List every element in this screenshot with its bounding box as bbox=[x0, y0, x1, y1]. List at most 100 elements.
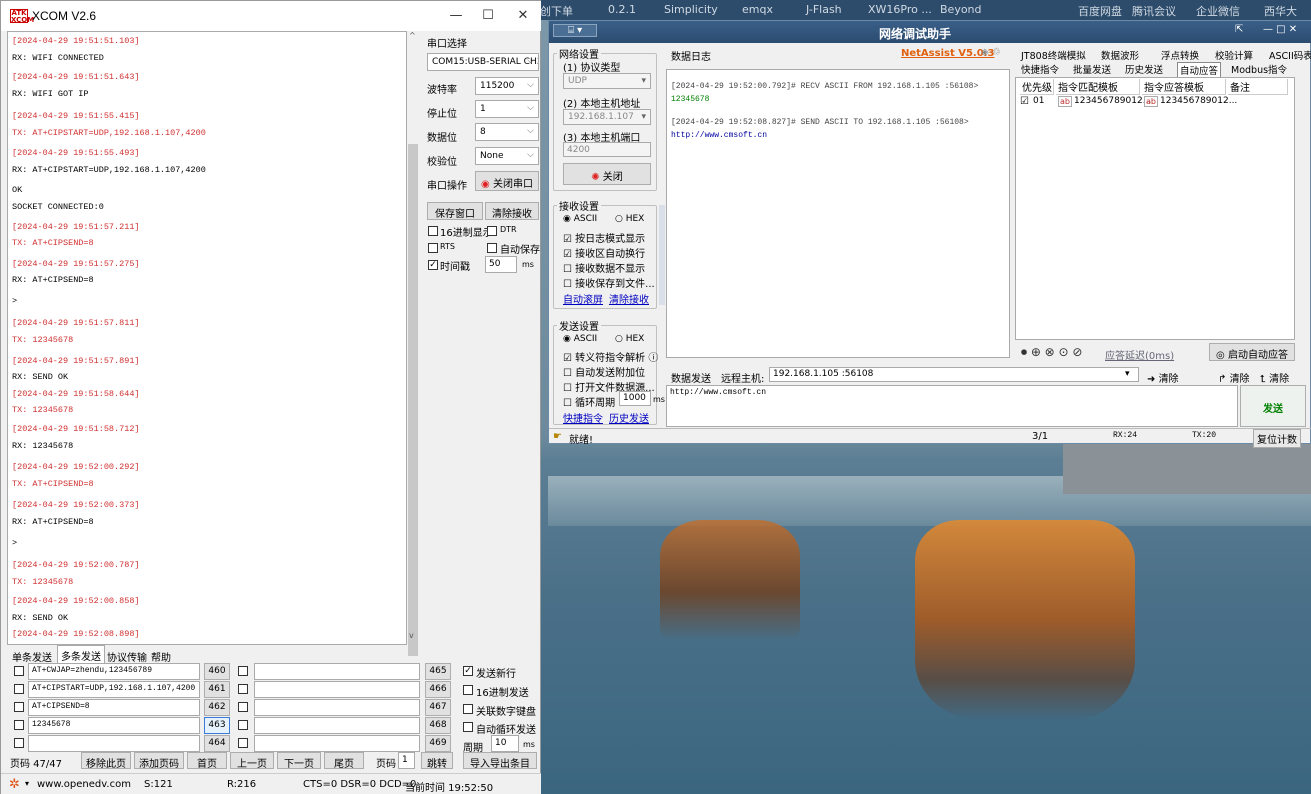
scroll-thumb[interactable] bbox=[408, 144, 418, 656]
chevron-down-icon[interactable]: ▾ bbox=[25, 779, 29, 788]
protocol-select[interactable]: UDP ▾ bbox=[563, 73, 651, 89]
info-icon[interactable]: ⓘ bbox=[648, 353, 658, 364]
tool-tab[interactable]: 校验计算 bbox=[1215, 48, 1253, 62]
reset-counter-button[interactable]: 复位计数 bbox=[1253, 429, 1301, 448]
multi-send-checkbox[interactable] bbox=[14, 720, 24, 730]
chevron-down-icon[interactable]: ▾ bbox=[1125, 369, 1130, 379]
multi-send-checkbox[interactable] bbox=[238, 720, 248, 730]
tool-tab[interactable]: 批量发送 bbox=[1073, 62, 1111, 76]
pin-icon[interactable]: ⇱ bbox=[1235, 24, 1243, 35]
tool-tab[interactable]: Modbus指令 bbox=[1231, 62, 1287, 76]
send-button[interactable]: 发送 bbox=[1240, 385, 1306, 427]
multi-send-button[interactable]: 464 bbox=[204, 735, 230, 752]
taskbar-item[interactable]: J-Flash bbox=[806, 3, 842, 16]
timestamp-checkbox[interactable]: ✓ bbox=[428, 260, 438, 270]
tool-tab[interactable]: 数据波形 bbox=[1101, 48, 1139, 62]
multi-send-checkbox[interactable] bbox=[238, 684, 248, 694]
table-header[interactable]: 备注 bbox=[1228, 79, 1288, 95]
clear-rx-link[interactable]: 清除接收 bbox=[609, 291, 649, 306]
multi-send-button[interactable]: 463 bbox=[204, 717, 230, 734]
remote-host-input[interactable]: 192.168.1.105 :56108 bbox=[769, 367, 1139, 382]
multi-send-input[interactable]: AT+CIPSEND=8 bbox=[28, 699, 200, 716]
hex-send-checkbox[interactable] bbox=[463, 685, 473, 695]
prev-page-button[interactable]: 上一页 bbox=[230, 752, 274, 769]
escape-option[interactable]: ☑ 转义符指令解析 ⓘ bbox=[563, 349, 658, 364]
multi-send-input[interactable] bbox=[254, 735, 420, 752]
baud-select[interactable]: 115200 ⌵ bbox=[475, 77, 539, 95]
table-action-icons[interactable]: ⏺ ⊕ ⊗ ⊙ ⊘ bbox=[1021, 345, 1082, 360]
tool-tab[interactable]: 浮点转换 bbox=[1161, 48, 1199, 62]
hex-display-checkbox[interactable] bbox=[428, 226, 438, 236]
multi-send-button[interactable]: 461 bbox=[204, 681, 230, 698]
website-link[interactable]: www.openedv.com bbox=[37, 779, 131, 790]
rx-hex-radio[interactable]: ○ HEX bbox=[615, 214, 644, 224]
loop-option[interactable]: ☐ 循环周期 bbox=[563, 394, 615, 409]
tool-tab[interactable]: ASCII码表 bbox=[1269, 48, 1311, 62]
multi-send-input[interactable]: 12345678 bbox=[28, 717, 200, 734]
data-log-area[interactable]: [2024-04-29 19:52:00.792]# RECV ASCII FR… bbox=[666, 69, 1010, 358]
multi-send-button[interactable]: 466 bbox=[425, 681, 451, 698]
auto-loop-checkbox[interactable] bbox=[463, 722, 473, 732]
auto-save-checkbox[interactable] bbox=[487, 243, 497, 253]
databits-select[interactable]: 8 ⌵ bbox=[475, 123, 539, 141]
scroll-down-icon[interactable]: v bbox=[409, 631, 414, 640]
receive-area[interactable]: [2024-04-29 19:51:51.103] RX: WIFI CONNEC… bbox=[7, 31, 407, 645]
dtr-checkbox[interactable] bbox=[487, 226, 497, 236]
loop-input[interactable]: 1000 bbox=[619, 391, 651, 406]
row-reply[interactable]: 123456789012... bbox=[1160, 96, 1237, 106]
receive-scrollbar[interactable]: ^ v bbox=[407, 31, 419, 656]
multi-send-input[interactable] bbox=[28, 735, 200, 752]
taskbar-item[interactable]: 创下单 bbox=[540, 3, 573, 19]
next-page-button[interactable]: 下一页 bbox=[277, 752, 321, 769]
gear-icon[interactable]: ✲ bbox=[9, 777, 20, 792]
close-connection-button[interactable]: ✺ 关闭 bbox=[563, 163, 651, 185]
import-export-button[interactable]: 导入导出条目 bbox=[463, 752, 537, 769]
tool-tab[interactable]: 自动应答 bbox=[1177, 62, 1222, 78]
clear-all-button[interactable]: ⮤ 清除 bbox=[1260, 370, 1289, 385]
multi-send-input[interactable]: AT+CIPSTART=UDP,192.168.1.107,4200 bbox=[28, 681, 200, 698]
multi-send-input[interactable]: AT+CWJAP=zhendu,123456789 bbox=[28, 663, 200, 680]
close-button[interactable]: ✕ bbox=[508, 7, 538, 25]
period-input[interactable]: 10 bbox=[491, 735, 519, 752]
save-window-button[interactable]: 保存窗口 bbox=[427, 202, 483, 220]
stop-select[interactable]: 1 ⌵ bbox=[475, 100, 539, 118]
parity-select[interactable]: None ⌵ bbox=[475, 147, 539, 165]
rts-checkbox[interactable] bbox=[428, 243, 438, 253]
remove-page-button[interactable]: 移除此页 bbox=[81, 752, 131, 769]
multi-send-button[interactable]: 468 bbox=[425, 717, 451, 734]
multi-send-input[interactable] bbox=[254, 717, 420, 734]
auto-scroll-link[interactable]: 自动滚屏 bbox=[563, 291, 603, 306]
table-header[interactable]: 优先级 bbox=[1020, 79, 1054, 95]
taskbar-item[interactable]: 0.2.1 bbox=[608, 3, 636, 16]
last-page-button[interactable]: 尾页 bbox=[324, 752, 364, 769]
multi-send-button[interactable]: 465 bbox=[425, 663, 451, 680]
quick-cmd-link[interactable]: 快捷指令 bbox=[563, 410, 603, 425]
first-page-button[interactable]: 首页 bbox=[187, 752, 227, 769]
table-row-checkbox[interactable]: ☑ bbox=[1020, 96, 1029, 107]
jump-button[interactable]: 跳转 bbox=[421, 752, 453, 769]
minimize-button[interactable]: — bbox=[441, 7, 471, 25]
local-port-input[interactable]: 4200 bbox=[563, 142, 651, 157]
taskbar-item[interactable]: Simplicity bbox=[664, 3, 718, 16]
netassist-titlebar[interactable]: ⌸ ▾ 网络调试助手 ⇱ — □ ✕ bbox=[549, 21, 1311, 43]
multi-send-checkbox[interactable] bbox=[238, 666, 248, 676]
multi-send-checkbox[interactable] bbox=[238, 702, 248, 712]
taskbar-item[interactable]: 企业微信 bbox=[1196, 3, 1240, 19]
tx-hex-radio[interactable]: ○ HEX bbox=[615, 334, 644, 344]
multi-send-input[interactable] bbox=[254, 681, 420, 698]
auto-wrap-option[interactable]: ☑ 接收区自动换行 bbox=[563, 245, 645, 260]
multi-send-checkbox[interactable] bbox=[14, 666, 24, 676]
taskbar-item[interactable]: 百度网盘 bbox=[1078, 3, 1122, 19]
clear-remote-button[interactable]: ➜ 清除 bbox=[1147, 370, 1179, 385]
multi-send-checkbox[interactable] bbox=[14, 702, 24, 712]
add-page-button[interactable]: 添加页码 bbox=[134, 752, 184, 769]
port-select[interactable]: COM15:USB-SERIAL CH34 ⌵ bbox=[427, 53, 539, 71]
history-link[interactable]: 历史发送 bbox=[609, 410, 649, 425]
xcom-titlebar[interactable]: ATK XCOM XCOM V2.6 — ☐ ✕ bbox=[1, 1, 541, 31]
tool-tab[interactable]: JT808终端模拟 bbox=[1021, 48, 1086, 62]
taskbar-item[interactable]: 西华大 bbox=[1264, 3, 1297, 19]
window-controls[interactable]: — □ ✕ bbox=[1263, 24, 1297, 35]
taskbar-item[interactable]: XW16Pro ... bbox=[868, 3, 932, 16]
table-header[interactable]: 指令应答模板 bbox=[1142, 79, 1226, 95]
page-input[interactable]: 1 bbox=[398, 752, 415, 769]
